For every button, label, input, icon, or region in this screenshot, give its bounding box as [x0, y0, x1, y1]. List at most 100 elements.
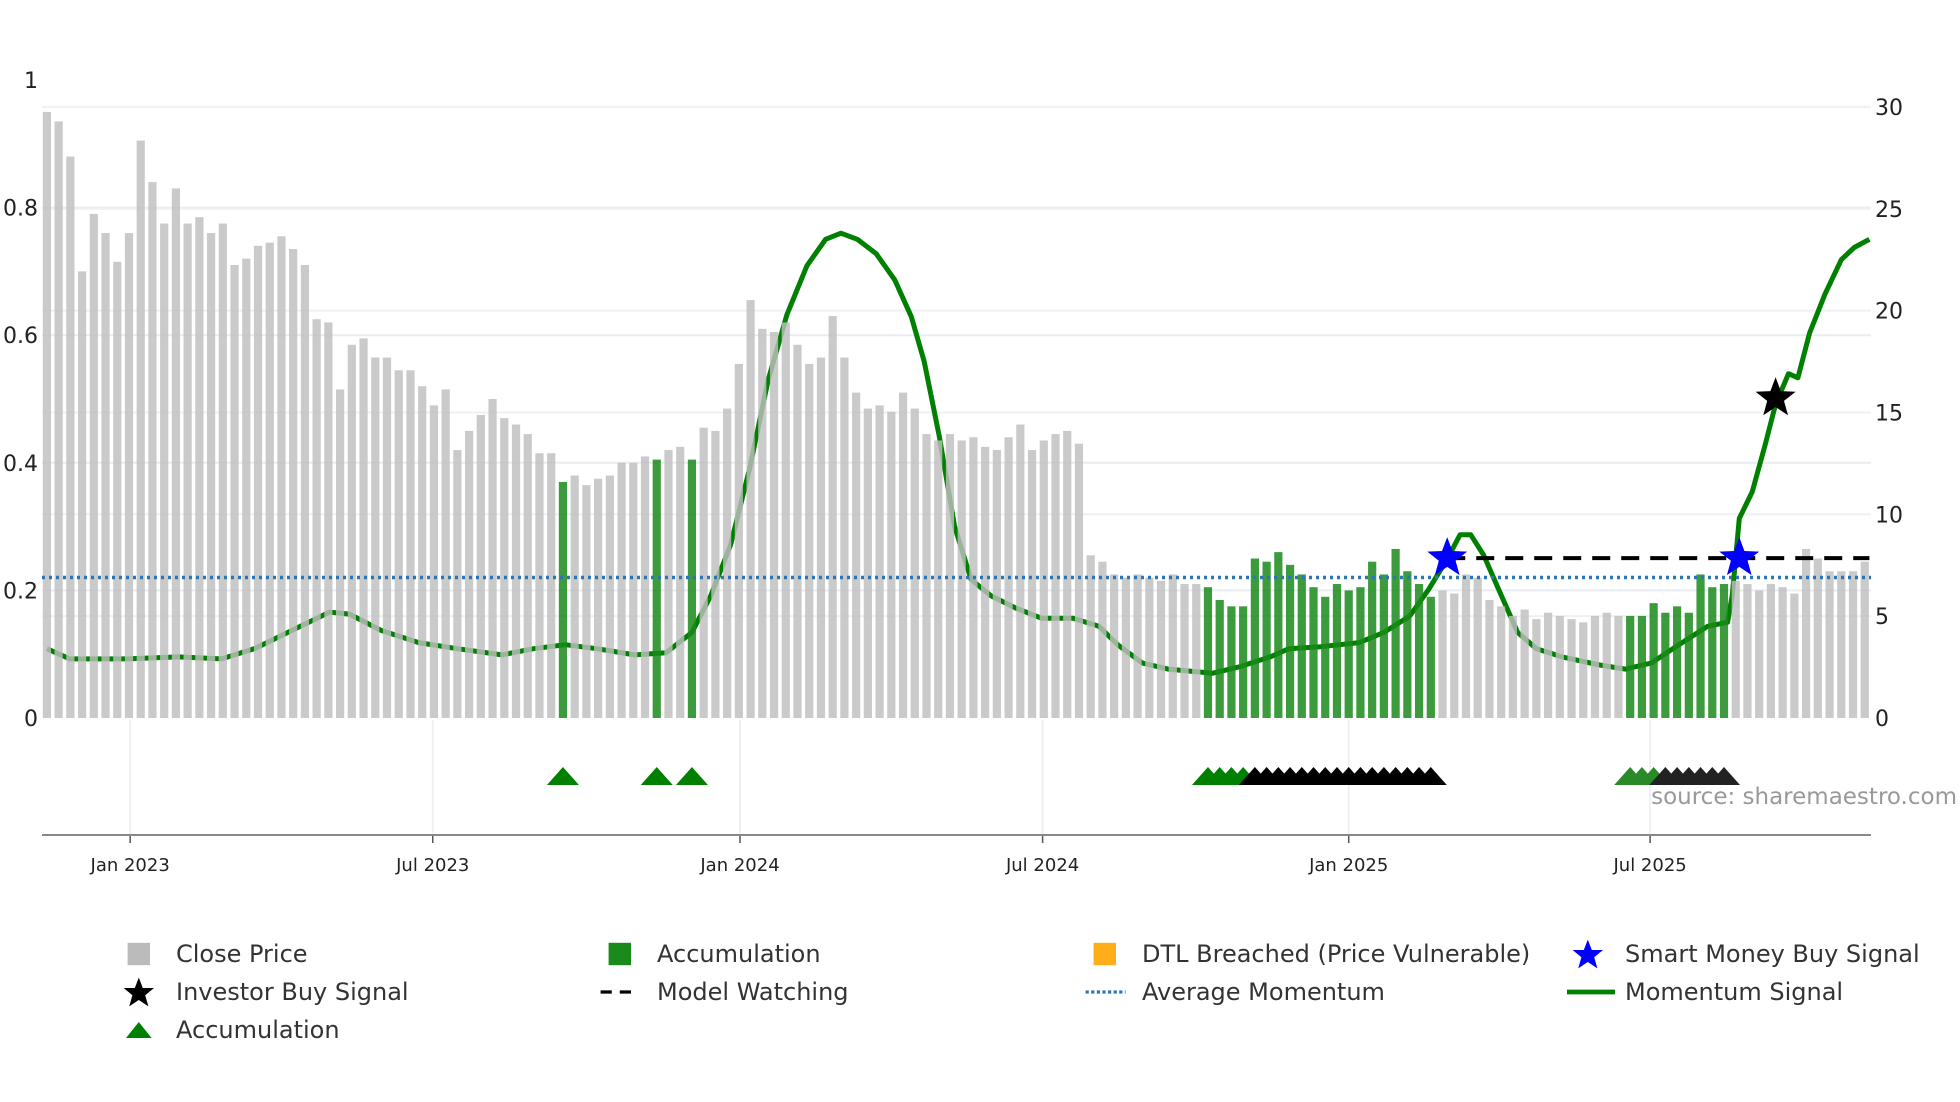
close-price-bar	[629, 462, 638, 718]
close-price-bar	[1813, 558, 1822, 718]
close-price-bar	[1802, 548, 1811, 718]
left-tick-label: 0.8	[3, 197, 38, 222]
accumulation-bar	[1297, 574, 1306, 718]
close-price-bar	[1086, 555, 1095, 718]
accumulation-bar	[1684, 612, 1693, 718]
close-price-bar	[852, 392, 861, 718]
close-price-bar	[113, 261, 122, 718]
close-price-bar	[723, 408, 732, 718]
close-price-bar	[617, 462, 626, 718]
accumulation-bar	[1321, 596, 1330, 718]
close-price-bar	[1016, 424, 1025, 718]
close-price-bar	[66, 156, 75, 718]
accumulation-bar	[1649, 603, 1658, 718]
close-price-bar	[218, 223, 227, 719]
legend-green-square-icon	[608, 942, 631, 966]
legend-item: Model Watching	[599, 974, 849, 1010]
legend-label: Investor Buy Signal	[176, 978, 409, 1006]
close-price-bar	[535, 453, 544, 718]
accumulation-bar	[1379, 574, 1388, 718]
accumulation-bar	[1414, 584, 1424, 718]
close-price-bar	[1567, 619, 1576, 718]
accumulation-bar	[1661, 612, 1670, 718]
close-price-bar	[734, 363, 743, 718]
close-price-bar	[746, 300, 755, 718]
close-price-bar	[1825, 571, 1834, 718]
legend-green-triangle-icon	[126, 1022, 152, 1038]
accumulation-triangle	[675, 767, 708, 785]
close-price-bar	[347, 344, 356, 718]
close-price-bar	[934, 440, 943, 718]
accumulation-bar	[1391, 548, 1400, 718]
close-price-bar	[160, 223, 169, 719]
close-price-bar	[582, 485, 591, 718]
close-price-bar	[1180, 584, 1189, 718]
x-tick-label: Jan 2025	[1308, 855, 1388, 876]
close-price-bar	[1121, 577, 1130, 718]
close-price-bar	[957, 440, 966, 718]
accumulation-bar	[1309, 587, 1318, 718]
close-price-bar	[828, 316, 837, 718]
close-price-bar	[992, 450, 1001, 718]
close-price-bar	[875, 405, 884, 718]
close-price-bar	[1508, 615, 1517, 718]
close-price-bar	[406, 370, 415, 718]
close-price-bar	[1145, 577, 1154, 718]
close-price-bar	[54, 121, 63, 719]
accumulation-bar	[1403, 571, 1412, 718]
close-price-bar	[1156, 580, 1166, 718]
close-price-bar	[312, 319, 321, 718]
close-price-bar	[289, 249, 298, 718]
close-price-bar	[1731, 580, 1740, 718]
close-price-bar	[887, 411, 896, 718]
source-text: source: sharemaestro.com	[1651, 784, 1957, 810]
close-price-bar	[1450, 593, 1459, 718]
accumulation-bar	[1637, 615, 1647, 718]
close-price-bar	[511, 424, 521, 718]
legend-item: Average Momentum	[1084, 974, 1385, 1010]
right-tick-label: 0	[1875, 707, 1889, 732]
close-price-bar	[441, 389, 450, 718]
close-price-bar	[265, 242, 274, 718]
x-tick-label: Jul 2023	[395, 855, 469, 876]
x-tick-label: Jul 2024	[1005, 855, 1079, 876]
close-price-bar	[429, 405, 439, 718]
accumulation-bar	[1227, 606, 1236, 718]
close-price-bar	[1590, 615, 1600, 718]
close-price-bar	[1790, 593, 1799, 718]
smart-money-buy-star	[1719, 537, 1760, 576]
close-price-bar	[1098, 561, 1107, 718]
close-price-bar	[242, 258, 251, 718]
x-tick-label: Jan 2023	[90, 855, 170, 876]
legend-black-dashed-line-icon	[600, 990, 638, 994]
right-tick-label: 20	[1875, 300, 1903, 325]
legend-blue-star-icon	[1572, 939, 1603, 969]
close-price-bar	[394, 370, 403, 718]
accumulation-bar	[1356, 587, 1365, 718]
legend-black-star-icon	[123, 977, 154, 1007]
close-price-bar	[183, 223, 192, 719]
left-tick-label: 0.6	[3, 324, 38, 349]
accumulation-bar	[1708, 587, 1717, 718]
close-price-bar	[1848, 571, 1858, 718]
accumulation-bar	[1344, 590, 1353, 718]
legend-label: Model Watching	[657, 978, 849, 1006]
close-price-bar	[1743, 584, 1752, 718]
accumulation-bar	[1203, 587, 1213, 718]
accumulation-bar	[1368, 561, 1377, 718]
close-price-bar	[1579, 622, 1588, 718]
accumulation-bar	[558, 481, 568, 718]
close-price-bar	[910, 408, 919, 718]
close-price-bar	[1192, 584, 1201, 718]
legend-item: Close Price	[118, 936, 308, 972]
right-tick-label: 30	[1875, 96, 1903, 121]
close-price-bar	[1168, 574, 1177, 718]
close-price-bar	[300, 265, 310, 718]
close-price-bar	[465, 430, 474, 718]
close-price-bar	[453, 450, 462, 718]
close-price-bar	[195, 217, 204, 719]
close-price-bar	[1602, 612, 1611, 718]
close-price-bar	[1133, 574, 1142, 718]
accumulation-bar	[1672, 606, 1682, 718]
close-price-bar	[382, 357, 392, 718]
